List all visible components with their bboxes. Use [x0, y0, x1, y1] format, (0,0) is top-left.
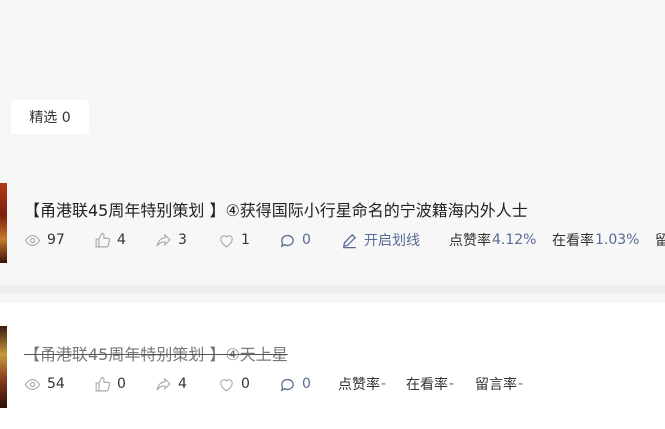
watching-rate-label: 在看率	[406, 377, 448, 393]
featured-tab[interactable]: 精选 0	[11, 100, 89, 134]
like-rate: 点赞率 -	[338, 374, 386, 394]
heart-icon	[220, 378, 233, 392]
favorites-stat: 0	[218, 374, 250, 394]
comments-count: 0	[302, 232, 311, 248]
article-thumbnail[interactable]	[0, 326, 7, 408]
likes-count: 4	[117, 232, 126, 248]
shares-count: 4	[178, 376, 187, 392]
comment-icon	[280, 378, 294, 391]
eye-icon	[24, 378, 41, 390]
pen-icon	[343, 233, 357, 248]
like-rate-label: 点赞率	[338, 377, 380, 393]
like-rate: 点赞率 4.12%	[449, 230, 536, 250]
eye-icon	[24, 234, 41, 246]
comment-rate: 留	[655, 230, 665, 250]
like-rate-label: 点赞率	[449, 233, 491, 249]
like-rate-value: -	[381, 376, 387, 392]
watching-rate-value: 1.03%	[595, 232, 640, 248]
favorites-stat: 1	[218, 230, 250, 250]
comments-count: 0	[302, 376, 311, 392]
views-count: 97	[47, 232, 65, 248]
views-stat: 97	[24, 230, 65, 250]
article-title[interactable]: 【甬港联45周年特别策划 】④获得国际小行星命名的宁波籍海内外人士	[24, 197, 528, 221]
comments-stat[interactable]: 0	[279, 374, 311, 394]
comments-stat[interactable]: 0	[279, 230, 311, 250]
watching-rate-value: -	[449, 376, 455, 392]
likes-stat: 4	[94, 230, 126, 250]
views-stat: 54	[24, 374, 65, 394]
watching-rate: 在看率 -	[406, 374, 454, 394]
likes-stat: 0	[94, 374, 126, 394]
likes-count: 0	[117, 376, 126, 392]
row-divider	[0, 285, 665, 294]
favorites-count: 0	[241, 376, 250, 392]
like-rate-value: 4.12%	[492, 232, 537, 248]
comment-rate-label: 留言率	[475, 377, 517, 393]
comment-icon	[280, 234, 294, 247]
featured-tab-label: 精选 0	[29, 110, 71, 126]
heart-icon	[220, 234, 233, 248]
watching-rate-label: 在看率	[552, 233, 594, 249]
thumbs-up-icon	[95, 232, 111, 247]
article-row[interactable]	[0, 303, 665, 429]
share-icon	[156, 232, 171, 246]
article-title[interactable]: 【甬港联45周年特别策划 】④天上星	[24, 341, 288, 365]
watching-rate: 在看率 1.03%	[552, 230, 639, 250]
underline-label: 开启划线	[364, 233, 420, 249]
views-count: 54	[47, 376, 65, 392]
share-icon	[156, 376, 171, 390]
shares-count: 3	[178, 232, 187, 248]
comment-rate-label: 留	[655, 233, 665, 249]
favorites-count: 1	[241, 232, 250, 248]
article-thumbnail[interactable]	[0, 183, 7, 263]
comment-rate-value: -	[518, 376, 524, 392]
thumbs-up-icon	[95, 376, 111, 391]
shares-stat: 3	[155, 230, 187, 250]
enable-underline-button[interactable]: 开启划线	[341, 230, 420, 250]
comment-rate: 留言率 -	[475, 374, 523, 394]
shares-stat: 4	[155, 374, 187, 394]
